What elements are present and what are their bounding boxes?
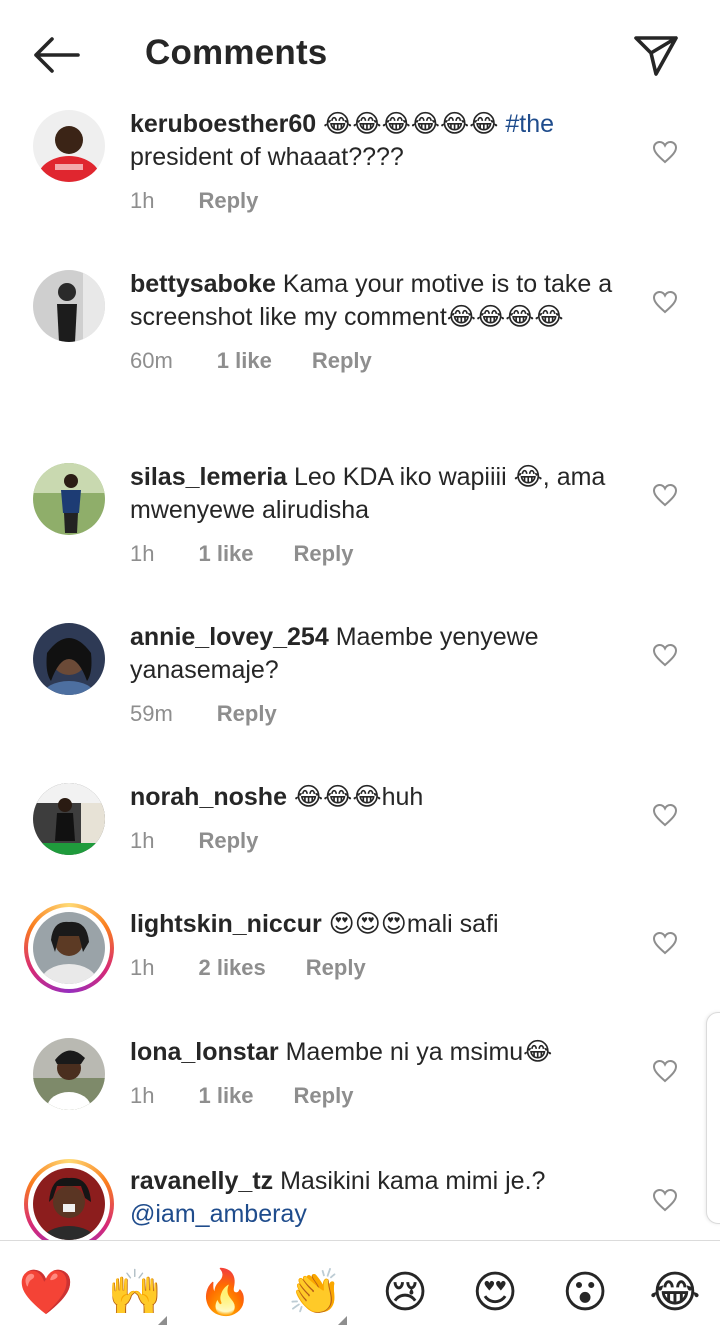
avatar[interactable] bbox=[33, 463, 105, 535]
comment-meta: 1h 1 like Reply bbox=[130, 1083, 630, 1109]
comment-text: silas_lemeria Leo KDA iko wapiiii 😂, ama… bbox=[130, 461, 630, 527]
avatar[interactable] bbox=[33, 783, 105, 855]
comment-text: lona_lonstar Maembe ni ya msimu😂 bbox=[130, 1036, 630, 1069]
story-ring-inner bbox=[28, 907, 110, 989]
like-heart-button[interactable] bbox=[652, 483, 678, 507]
comment-time: 1h bbox=[130, 541, 155, 566]
raising-hands-emoji-icon[interactable]: 🙌 bbox=[107, 1267, 167, 1325]
reply-button[interactable]: Reply bbox=[294, 541, 354, 567]
heart-outline-icon bbox=[652, 1059, 678, 1083]
comment-username[interactable]: silas_lemeria bbox=[130, 463, 287, 491]
like-count[interactable]: 1 like bbox=[198, 1083, 253, 1109]
crying-face-emoji-icon[interactable]: 😢 bbox=[377, 1267, 433, 1319]
skin-tone-indicator bbox=[158, 1316, 167, 1325]
red-heart-emoji-icon[interactable]: ❤️ bbox=[18, 1267, 74, 1319]
heart-outline-icon bbox=[652, 483, 678, 507]
comment-username[interactable]: annie_lovey_254 bbox=[130, 623, 329, 651]
avatar[interactable] bbox=[33, 110, 105, 182]
skin-tone-indicator bbox=[338, 1316, 347, 1325]
comment-username[interactable]: lona_lonstar bbox=[130, 1038, 279, 1066]
comment-time: 1h bbox=[130, 188, 155, 213]
comment-text: annie_lovey_254 Maembe yenyewe yanasemaj… bbox=[130, 621, 630, 687]
comment-body: Maembe ni ya msimu😂 bbox=[285, 1038, 553, 1066]
like-heart-button[interactable] bbox=[652, 1188, 678, 1212]
comment-body: 😂😂😂huh bbox=[293, 783, 424, 811]
page-title: Comments bbox=[145, 33, 328, 72]
mention-link[interactable]: @iam_amberay bbox=[130, 1200, 307, 1228]
comment-time: 59m bbox=[130, 701, 173, 726]
scroll-handle[interactable] bbox=[706, 1012, 720, 1224]
emoji-reaction-bar: ❤️ 🙌 🔥 👏 😢 😍 😮 😂 bbox=[0, 1240, 720, 1339]
avatar[interactable] bbox=[33, 1038, 105, 1110]
like-heart-button[interactable] bbox=[652, 290, 678, 314]
comment-time: 1h bbox=[130, 1083, 155, 1108]
comment-text: bettysaboke Kama your motive is to take … bbox=[130, 268, 630, 334]
comment-meta: 1h Reply bbox=[130, 828, 630, 854]
hashtag-link[interactable]: #the bbox=[505, 110, 554, 138]
comment-username[interactable]: keruboesther60 bbox=[130, 110, 316, 138]
comment-username[interactable]: bettysaboke bbox=[130, 270, 276, 298]
comment-meta: 1h 1 like Reply bbox=[130, 541, 630, 567]
comment-meta: 1h 2 likes Reply bbox=[130, 955, 630, 981]
comment-meta: 60m 1 like Reply bbox=[130, 348, 630, 374]
like-heart-button[interactable] bbox=[652, 803, 678, 827]
story-ring-inner bbox=[28, 1163, 110, 1240]
comment-text: lightskin_niccur 😍😍😍mali safi bbox=[130, 908, 630, 941]
avatar[interactable] bbox=[33, 270, 105, 342]
avatar-with-story-ring[interactable] bbox=[24, 903, 114, 993]
like-count[interactable]: 1 like bbox=[217, 348, 272, 374]
comment-time: 60m bbox=[130, 348, 173, 373]
clapping-hands-emoji-icon[interactable]: 👏 bbox=[287, 1267, 347, 1325]
surprised-face-emoji-icon[interactable]: 😮 bbox=[557, 1267, 613, 1319]
clapping-hands-glyph: 👏 bbox=[287, 1267, 343, 1318]
comment-body: 😂😂😂😂😂😂 bbox=[323, 110, 499, 138]
avatar[interactable] bbox=[33, 623, 105, 695]
avatar bbox=[33, 1168, 105, 1240]
reply-button[interactable]: Reply bbox=[312, 348, 372, 374]
comment-meta: 59m Reply bbox=[130, 701, 630, 727]
fire-emoji-icon[interactable]: 🔥 bbox=[197, 1267, 253, 1319]
comment-meta: 1h Reply bbox=[130, 188, 630, 214]
reply-button[interactable]: Reply bbox=[198, 828, 258, 854]
like-count[interactable]: 1 like bbox=[198, 541, 253, 567]
like-heart-button[interactable] bbox=[652, 1059, 678, 1083]
comment-time: 1h bbox=[130, 828, 155, 853]
comment-text: keruboesther60 😂😂😂😂😂😂 #the president of … bbox=[130, 108, 630, 174]
comment-username[interactable]: ravanelly_tz bbox=[130, 1167, 273, 1195]
comment-username[interactable]: norah_noshe bbox=[130, 783, 287, 811]
comment-body: Masikini kama mimi je.? bbox=[280, 1167, 546, 1195]
header-bar: Comments bbox=[0, 0, 720, 110]
reply-button[interactable]: Reply bbox=[217, 701, 277, 727]
raising-hands-glyph: 🙌 bbox=[107, 1267, 163, 1318]
arrow-left-icon bbox=[34, 37, 80, 73]
heart-outline-icon bbox=[652, 140, 678, 164]
heart-outline-icon bbox=[652, 803, 678, 827]
share-button[interactable] bbox=[630, 32, 682, 78]
heart-outline-icon bbox=[652, 931, 678, 955]
reply-button[interactable]: Reply bbox=[306, 955, 366, 981]
comment-body: 😍😍😍mali safi bbox=[328, 910, 499, 938]
paper-plane-icon bbox=[634, 36, 678, 76]
heart-outline-icon bbox=[652, 643, 678, 667]
comment-time: 1h bbox=[130, 955, 155, 980]
like-count[interactable]: 2 likes bbox=[198, 955, 265, 981]
heart-outline-icon bbox=[652, 1188, 678, 1212]
comment-text: norah_noshe 😂😂😂huh bbox=[130, 781, 630, 814]
back-button[interactable] bbox=[28, 32, 84, 78]
tears-of-joy-emoji-icon[interactable]: 😂 bbox=[647, 1267, 703, 1319]
like-heart-button[interactable] bbox=[652, 931, 678, 955]
reply-button[interactable]: Reply bbox=[198, 188, 258, 214]
comment-username[interactable]: lightskin_niccur bbox=[130, 910, 322, 938]
reply-button[interactable]: Reply bbox=[294, 1083, 354, 1109]
avatar bbox=[33, 912, 105, 984]
like-heart-button[interactable] bbox=[652, 140, 678, 164]
like-heart-button[interactable] bbox=[652, 643, 678, 667]
comment-body-continued: president of whaaat???? bbox=[130, 143, 404, 171]
comment-text: ravanelly_tz Masikini kama mimi je.? @ia… bbox=[130, 1165, 630, 1231]
comments-list[interactable]: keruboesther60 😂😂😂😂😂😂 #the president of … bbox=[0, 100, 720, 1240]
avatar-with-story-ring[interactable] bbox=[24, 1159, 114, 1240]
heart-eyes-emoji-icon[interactable]: 😍 bbox=[467, 1267, 523, 1319]
heart-outline-icon bbox=[652, 290, 678, 314]
